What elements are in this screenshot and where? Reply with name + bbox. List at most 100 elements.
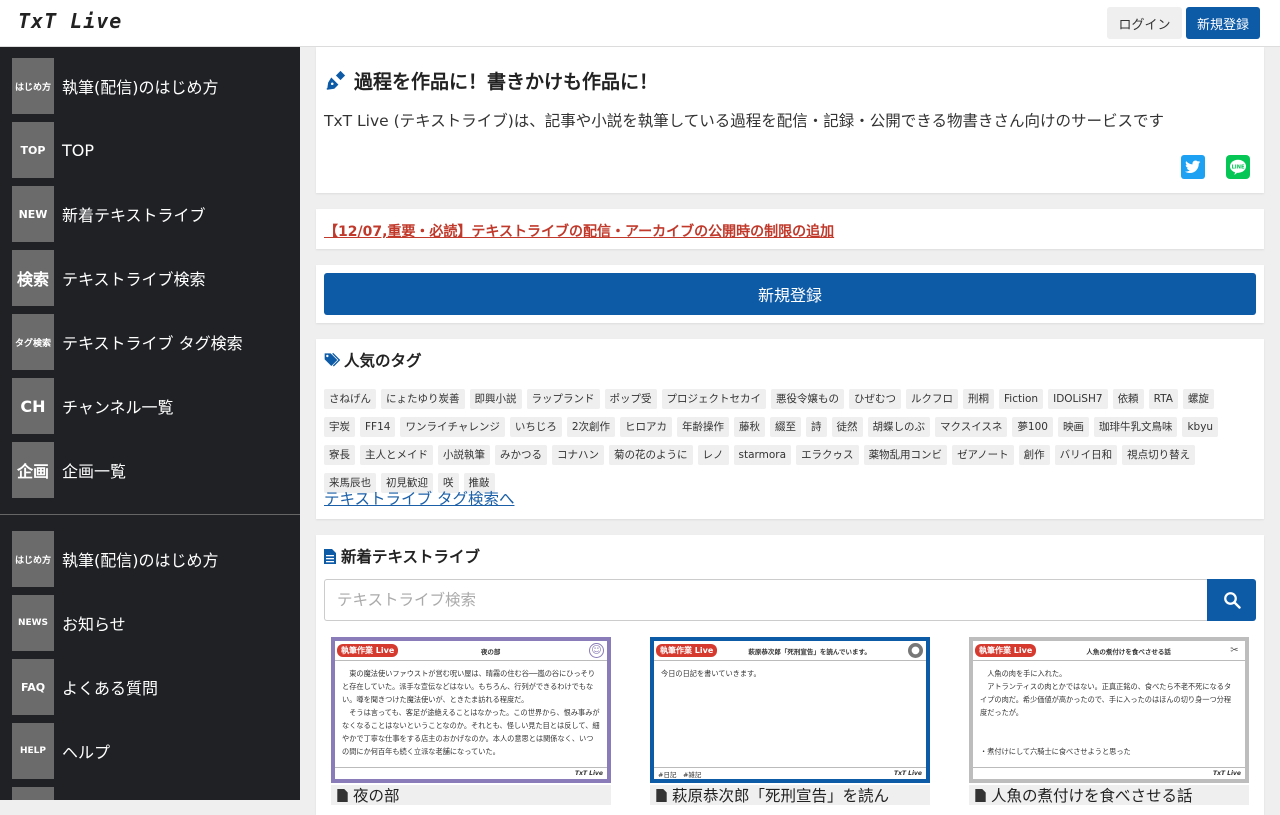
tag-chip[interactable]: 即興小説 bbox=[469, 389, 522, 409]
sidebar-item-projects[interactable]: 企画 企画一覧 bbox=[12, 442, 292, 498]
thumbnail-title: 夜の部 bbox=[480, 647, 501, 656]
notice-link[interactable]: 【12/07,重要・必読】テキストライブの配信・アーカイブの公開時の制限の追加 bbox=[324, 221, 834, 241]
tag-chip[interactable]: 2次創作 bbox=[566, 417, 616, 437]
live-thumbnail[interactable]: 執筆作業 Live 夜の部 ☺ 東の魔法使いファウストが営む呪い屋は、晴霧の住む… bbox=[331, 637, 611, 783]
thumbnail-body: 今日の日記を書いていきます。 bbox=[661, 669, 761, 678]
sidebar-item-partial[interactable] bbox=[12, 787, 292, 800]
tag-chip[interactable]: 寮長 bbox=[324, 445, 355, 465]
sidebar-item-label: お知らせ bbox=[62, 615, 126, 634]
sidebar-item-help[interactable]: HELP ヘルプ bbox=[12, 723, 292, 779]
tag-chip[interactable]: 薬物乱用コンビ bbox=[863, 445, 948, 465]
share-line-button[interactable]: LINE bbox=[1226, 155, 1250, 179]
tag-chip[interactable]: RTA bbox=[1148, 389, 1178, 409]
tag-chip[interactable]: マクスイスネ bbox=[935, 417, 1008, 437]
tag-chip[interactable]: バリイ日和 bbox=[1054, 445, 1118, 465]
share-twitter-button[interactable] bbox=[1181, 155, 1205, 179]
tag-chip[interactable]: ワンライチャレンジ bbox=[400, 417, 505, 437]
notice-card: 【12/07,重要・必読】テキストライブの配信・アーカイブの公開時の制限の追加 bbox=[316, 209, 1264, 249]
tag-chip[interactable]: 詩 bbox=[806, 417, 827, 437]
tag-chip[interactable]: 夢100 bbox=[1012, 417, 1053, 437]
tag-chip[interactable]: エラクゥス bbox=[796, 445, 859, 465]
sidebar-item-getting-started[interactable]: はじめ方 執筆(配信)のはじめ方 bbox=[12, 58, 292, 114]
live-caption[interactable]: 夜の部 bbox=[331, 785, 611, 805]
popular-tags-card: 人気のタグ さねげん にょたゆり炭善 即興小説 ラップランド ポップ受 プロジェクトセカイ… bbox=[316, 339, 1264, 519]
signup-banner-button[interactable]: 新規登録 bbox=[324, 273, 1256, 315]
tag-chip[interactable]: にょたゆり炭善 bbox=[381, 389, 465, 409]
signup-button[interactable]: 新規登録 bbox=[1186, 7, 1260, 39]
new-live-heading: 新着テキストライブ bbox=[324, 545, 480, 567]
tag-chip[interactable]: 依頼 bbox=[1112, 389, 1144, 409]
live-caption[interactable]: 萩原恭次郎「死刑宣告」を読ん bbox=[650, 785, 930, 805]
pen-nib-icon bbox=[326, 70, 346, 90]
tag-chip[interactable]: ポップ受 bbox=[604, 389, 657, 409]
sidebar-item-label: ヘルプ bbox=[62, 743, 111, 762]
tag-chip[interactable]: プロジェクトセカイ bbox=[661, 389, 766, 409]
tag-chip[interactable]: kbyu bbox=[1182, 417, 1219, 437]
live-thumbnail[interactable]: 執筆作業 Live 萩原恭次郎「死刑宣告」を読んでいます。 ● 今日の日記を書い… bbox=[650, 637, 930, 783]
tag-chip[interactable]: 創作 bbox=[1018, 445, 1050, 465]
sidebar-item-label: チャンネル一覧 bbox=[62, 398, 174, 417]
sidebar-item-getting-started-2[interactable]: はじめ方 執筆(配信)のはじめ方 bbox=[12, 531, 292, 587]
hero-title-row: 過程を作品に！書きかけも作品に！ bbox=[324, 67, 658, 94]
tag-list: さねげん にょたゆり炭善 即興小説 ラップランド ポップ受 プロジェクトセカイ 悪役令嬢もの… bbox=[324, 389, 1254, 501]
thumbnail-brand: TxT Live bbox=[1212, 770, 1241, 777]
tag-chip[interactable]: FF14 bbox=[360, 417, 396, 437]
live-thumbnail[interactable]: 執筆作業 Live 人魚の煮付けを食べさせる話 ✂ 人魚の肉を手に入れた。 アト… bbox=[969, 637, 1249, 783]
tag-chip[interactable]: 宇炭 bbox=[324, 417, 355, 437]
tag-chip[interactable]: ゼアノート bbox=[952, 445, 1014, 465]
tag-chip[interactable]: さねげん bbox=[324, 389, 376, 409]
tag-chip[interactable]: ラップランド bbox=[526, 389, 600, 409]
sidebar-item-top[interactable]: TOP TOP bbox=[12, 122, 292, 178]
tag-chip[interactable]: 主人とメイド bbox=[360, 445, 433, 465]
sidebar-item-label: 新着テキストライブ bbox=[62, 206, 206, 225]
tag-chip[interactable]: 小説執筆 bbox=[438, 445, 490, 465]
tag-chip[interactable]: 珈琲牛乳文鳥味 bbox=[1093, 417, 1178, 437]
live-search-button[interactable] bbox=[1207, 579, 1256, 621]
tag-chip[interactable]: みかつる bbox=[495, 445, 547, 465]
live-caption[interactable]: 人魚の煮付けを食べさせる話 bbox=[969, 785, 1249, 805]
tag-chip[interactable]: starmora bbox=[733, 445, 792, 465]
mask-icon: ☺ bbox=[589, 643, 604, 658]
sidebar-item-faq[interactable]: FAQ よくある質問 bbox=[12, 659, 292, 715]
tag-chip[interactable]: IDOLiSH7 bbox=[1048, 389, 1108, 409]
new-live-title: 新着テキストライブ bbox=[341, 548, 481, 566]
tags-icon bbox=[324, 352, 340, 367]
hero-title: 過程を作品に！書きかけも作品に！ bbox=[354, 71, 659, 93]
thumbnail-footer: TxT Live bbox=[973, 767, 1245, 779]
tag-chip[interactable]: 胡蝶しのぶ bbox=[867, 417, 931, 437]
tag-chip[interactable]: ルクフロ bbox=[906, 389, 958, 409]
tag-chip[interactable]: Fiction bbox=[999, 389, 1044, 409]
sidebar-item-label: 執筆(配信)のはじめ方 bbox=[62, 551, 219, 570]
search-icon bbox=[1223, 592, 1241, 609]
sidebar-item-label: 企画一覧 bbox=[62, 462, 127, 481]
sidebar-item-new[interactable]: NEW 新着テキストライブ bbox=[12, 186, 292, 242]
tag-chip[interactable]: 年齢操作 bbox=[677, 417, 730, 437]
site-logo[interactable]: TxT Live bbox=[18, 9, 122, 33]
sidebar-item-tag-search[interactable]: タグ検索 テキストライブ タグ検索 bbox=[12, 314, 292, 370]
tag-chip[interactable]: 映画 bbox=[1057, 417, 1089, 437]
tag-chip[interactable]: レノ bbox=[697, 445, 729, 465]
tag-chip[interactable]: ひぜむつ bbox=[849, 389, 901, 409]
login-button[interactable]: ログイン bbox=[1107, 7, 1182, 39]
tag-chip[interactable]: いちじろ bbox=[509, 417, 562, 437]
tag-chip[interactable]: 刑桐 bbox=[963, 389, 994, 409]
tag-chip[interactable]: 徒然 bbox=[831, 417, 863, 437]
tag-chip[interactable]: 視点切り替え bbox=[1122, 445, 1196, 465]
sidebar-item-channels[interactable]: CH チャンネル一覧 bbox=[12, 378, 292, 434]
tag-chip[interactable]: コナハン bbox=[552, 445, 604, 465]
tag-chip[interactable]: 菊の花のように bbox=[609, 445, 693, 465]
sidebar-item-search[interactable]: 検索 テキストライブ検索 bbox=[12, 250, 292, 306]
tag-chip[interactable]: 螺旋 bbox=[1182, 389, 1214, 409]
sidebar-item-label: テキストライブ検索 bbox=[62, 270, 206, 289]
live-badge: 執筆作業 Live bbox=[656, 644, 718, 657]
popular-tags-heading: 人気のタグ bbox=[324, 349, 422, 371]
tag-search-link[interactable]: テキストライブ タグ検索へ bbox=[324, 487, 514, 509]
live-caption-text: 夜の部 bbox=[353, 787, 400, 805]
live-search-input[interactable] bbox=[324, 579, 1208, 621]
tag-chip[interactable]: 綴至 bbox=[770, 417, 802, 437]
sidebar-item-news[interactable]: NEWS お知らせ bbox=[12, 595, 292, 651]
tag-chip[interactable]: 藤秋 bbox=[734, 417, 766, 437]
tag-chip[interactable]: 悪役令嬢もの bbox=[771, 389, 844, 409]
scissors-icon: ✂ bbox=[1230, 645, 1239, 656]
tag-chip[interactable]: ヒロアカ bbox=[620, 417, 673, 437]
